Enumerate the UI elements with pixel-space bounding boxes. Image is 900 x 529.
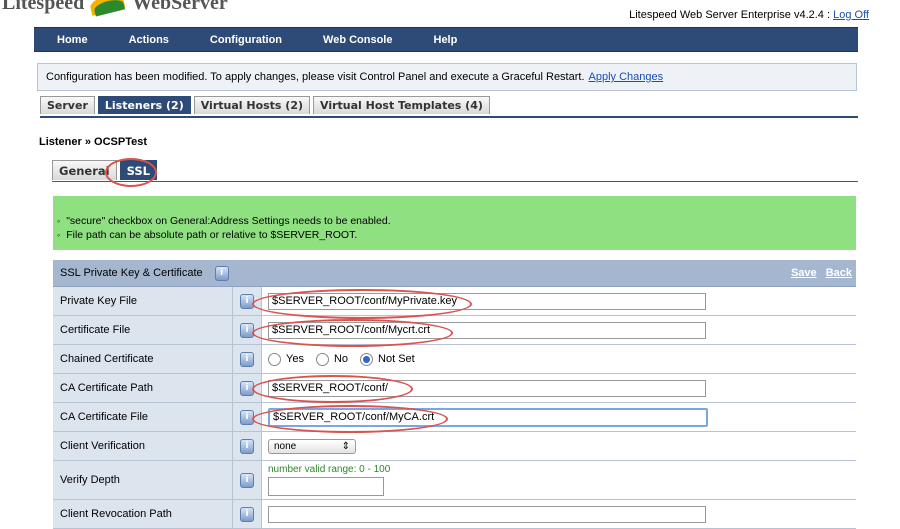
tab-virtual-host-templates[interactable]: Virtual Host Templates (4) (313, 96, 490, 114)
radio-label: Not Set (378, 353, 415, 365)
logo: Litespeed WebServer (2, 0, 228, 17)
section-title: SSL Private Key & Certificate (60, 267, 203, 279)
nav-web-console[interactable]: Web Console (300, 34, 410, 46)
version-info: Litespeed Web Server Enterprise v4.2.4 :… (629, 9, 869, 21)
row-chained-certificate: Chained Certificate i Yes No Not Set (53, 345, 856, 374)
field-label: Client Revocation Path (53, 500, 233, 528)
chained-no-radio[interactable] (315, 352, 329, 366)
chained-notset-radio[interactable] (360, 352, 374, 366)
radio-label: Yes (286, 353, 304, 365)
breadcrumb: Listener » OCSPTest (39, 136, 147, 148)
row-ca-file: CA Certificate File i (53, 403, 856, 432)
nav-configuration[interactable]: Configuration (187, 34, 300, 46)
info-icon[interactable]: i (240, 293, 254, 309)
ssl-key-cert-form: SSL Private Key & Certificate i Save Bac… (53, 260, 856, 529)
nav-actions[interactable]: Actions (106, 34, 187, 46)
tab-general[interactable]: General (52, 160, 117, 180)
verify-depth-input[interactable] (268, 477, 384, 496)
notice-text: Configuration has been modified. To appl… (46, 71, 585, 83)
field-label: Verify Depth (53, 461, 233, 499)
save-link[interactable]: Save (791, 267, 817, 279)
field-label: Private Key File (53, 287, 233, 315)
private-key-input[interactable] (268, 292, 706, 310)
logoff-link[interactable]: Log Off (833, 9, 869, 21)
config-modified-notice: Configuration has been modified. To appl… (37, 63, 857, 91)
field-label: Certificate File (53, 316, 233, 344)
row-private-key: Private Key File i (53, 287, 856, 316)
ca-path-input[interactable] (268, 379, 706, 397)
field-label: CA Certificate File (53, 403, 233, 431)
info-line: File path can be absolute path or relati… (57, 228, 856, 242)
field-label: Chained Certificate (53, 345, 233, 373)
row-client-revocation: Client Revocation Path i (53, 500, 856, 529)
info-icon[interactable]: i (240, 409, 254, 425)
help-info-box: "secure" checkbox on General:Address Set… (53, 196, 856, 250)
nav-help[interactable]: Help (411, 34, 476, 46)
ca-file-input[interactable] (268, 407, 708, 427)
info-icon[interactable]: i (240, 506, 254, 522)
info-icon[interactable]: i (240, 351, 254, 367)
back-link[interactable]: Back (826, 267, 852, 279)
client-verification-select[interactable]: none ⇕ (268, 438, 356, 454)
config-tabs: Server Listeners (2) Virtual Hosts (2) V… (40, 96, 858, 118)
updown-arrow-icon: ⇕ (341, 440, 350, 452)
apply-changes-link[interactable]: Apply Changes (589, 71, 664, 83)
version-text: Litespeed Web Server Enterprise v4.2.4 : (629, 9, 831, 21)
select-value: none (274, 440, 297, 452)
field-label: Client Verification (53, 432, 233, 460)
row-client-verification: Client Verification i none ⇕ (53, 432, 856, 461)
nav-home[interactable]: Home (34, 34, 106, 46)
range-hint: number valid range: 0 - 100 (268, 464, 391, 475)
row-verify-depth: Verify Depth i number valid range: 0 - 1… (53, 461, 856, 500)
listener-sub-tabs: General SSL (52, 160, 858, 182)
info-icon[interactable]: i (240, 438, 254, 454)
chained-yes-radio[interactable] (268, 352, 281, 366)
info-icon[interactable]: i (240, 472, 254, 488)
radio-label: No (333, 353, 349, 365)
info-icon[interactable]: i (240, 322, 254, 338)
logo-text-right: WebServer (132, 0, 228, 14)
info-icon[interactable]: i (240, 380, 254, 396)
field-label: CA Certificate Path (53, 374, 233, 402)
tab-server[interactable]: Server (40, 96, 95, 114)
logo-text-left: Litespeed (2, 0, 85, 14)
row-certificate: Certificate File i (53, 316, 856, 345)
tab-ssl[interactable]: SSL (119, 160, 157, 180)
main-nav: Home Actions Configuration Web Console H… (34, 27, 858, 52)
section-header: SSL Private Key & Certificate i Save Bac… (53, 260, 856, 287)
certificate-input[interactable] (268, 321, 706, 339)
info-icon[interactable]: i (214, 265, 229, 281)
info-line: "secure" checkbox on General:Address Set… (57, 214, 856, 228)
tab-virtual-hosts[interactable]: Virtual Hosts (2) (193, 96, 311, 114)
tab-listeners[interactable]: Listeners (2) (97, 96, 191, 114)
row-ca-path: CA Certificate Path i (53, 374, 856, 403)
litespeed-logo-icon (88, 0, 128, 17)
